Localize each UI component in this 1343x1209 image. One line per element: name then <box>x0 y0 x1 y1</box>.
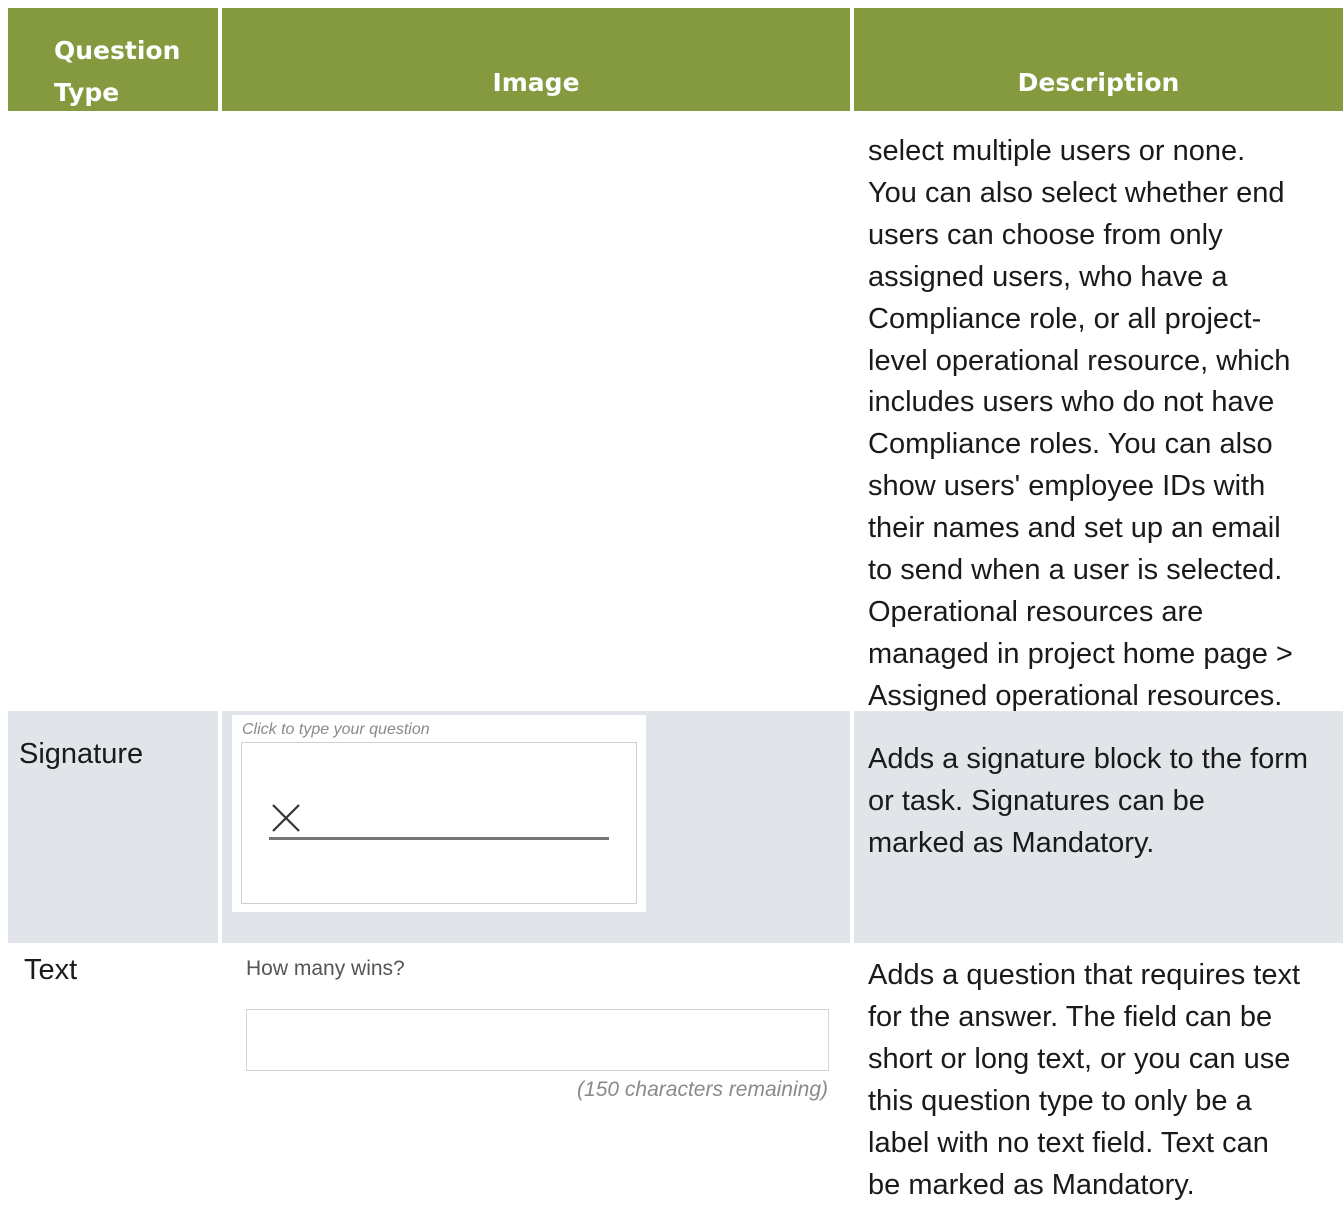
description-line: assigned users, who have a <box>868 260 1228 293</box>
signature-row-description: Adds a signature block to the form or ta… <box>868 739 1343 865</box>
description-line: their names and set up an email <box>868 512 1281 545</box>
description-line: marked as Mandatory. <box>868 826 1155 859</box>
description-line: managed in project home page > <box>868 637 1293 670</box>
description-line: Compliance role, or all project- <box>868 302 1262 335</box>
text-question-label: How many wins? <box>246 957 405 980</box>
header-image-label: Image <box>492 68 580 97</box>
text-type-label: Text <box>24 954 78 986</box>
description-line: short or long text, or you can use <box>868 1042 1291 1075</box>
description-line: label with no text field. Text can <box>868 1126 1269 1159</box>
signature-type-label: Signature <box>19 738 144 770</box>
signature-line <box>269 837 609 840</box>
description-line: users can choose from only <box>868 218 1223 251</box>
text-row-description: Adds a question that requires text for t… <box>868 955 1343 1206</box>
description-line: includes users who do not have <box>868 386 1275 419</box>
text-answer-input <box>246 1009 829 1071</box>
description-line: for the answer. The field can be <box>868 1000 1273 1033</box>
description-line: this question type to only be a <box>868 1084 1252 1117</box>
description-line: Operational resources are <box>868 595 1204 628</box>
signature-preview-image: Click to type your question <box>232 715 646 912</box>
characters-remaining: (150 characters remaining) <box>577 1078 828 1101</box>
description-line: show users' employee IDs with <box>868 470 1266 503</box>
header-question-type-line2: Type <box>54 78 120 107</box>
description-line: to send when a user is selected. <box>868 554 1283 587</box>
header-description-label: Description <box>1017 68 1180 97</box>
description-line: Compliance roles. You can also <box>868 428 1273 461</box>
header-question-type-line1: Question <box>54 36 181 65</box>
header-question-type: Question Type <box>8 8 218 111</box>
header-image: Image <box>222 8 850 111</box>
description-line: You can also select whether end <box>868 176 1285 209</box>
description-line: level operational resource, which <box>868 344 1291 377</box>
continued-row-description: select multiple users or none. You can a… <box>868 131 1343 718</box>
description-line: Adds a question that requires text <box>868 959 1301 991</box>
header-description: Description <box>854 8 1343 111</box>
description-line: or task. Signatures can be <box>868 784 1205 817</box>
description-line: Adds a signature block to the form <box>868 743 1309 775</box>
description-line: be marked as Mandatory. <box>868 1168 1195 1201</box>
signature-x-icon <box>272 804 300 832</box>
signature-pad <box>241 742 637 904</box>
signature-question-placeholder: Click to type your question <box>242 721 430 738</box>
description-line: select multiple users or none. <box>868 135 1246 167</box>
